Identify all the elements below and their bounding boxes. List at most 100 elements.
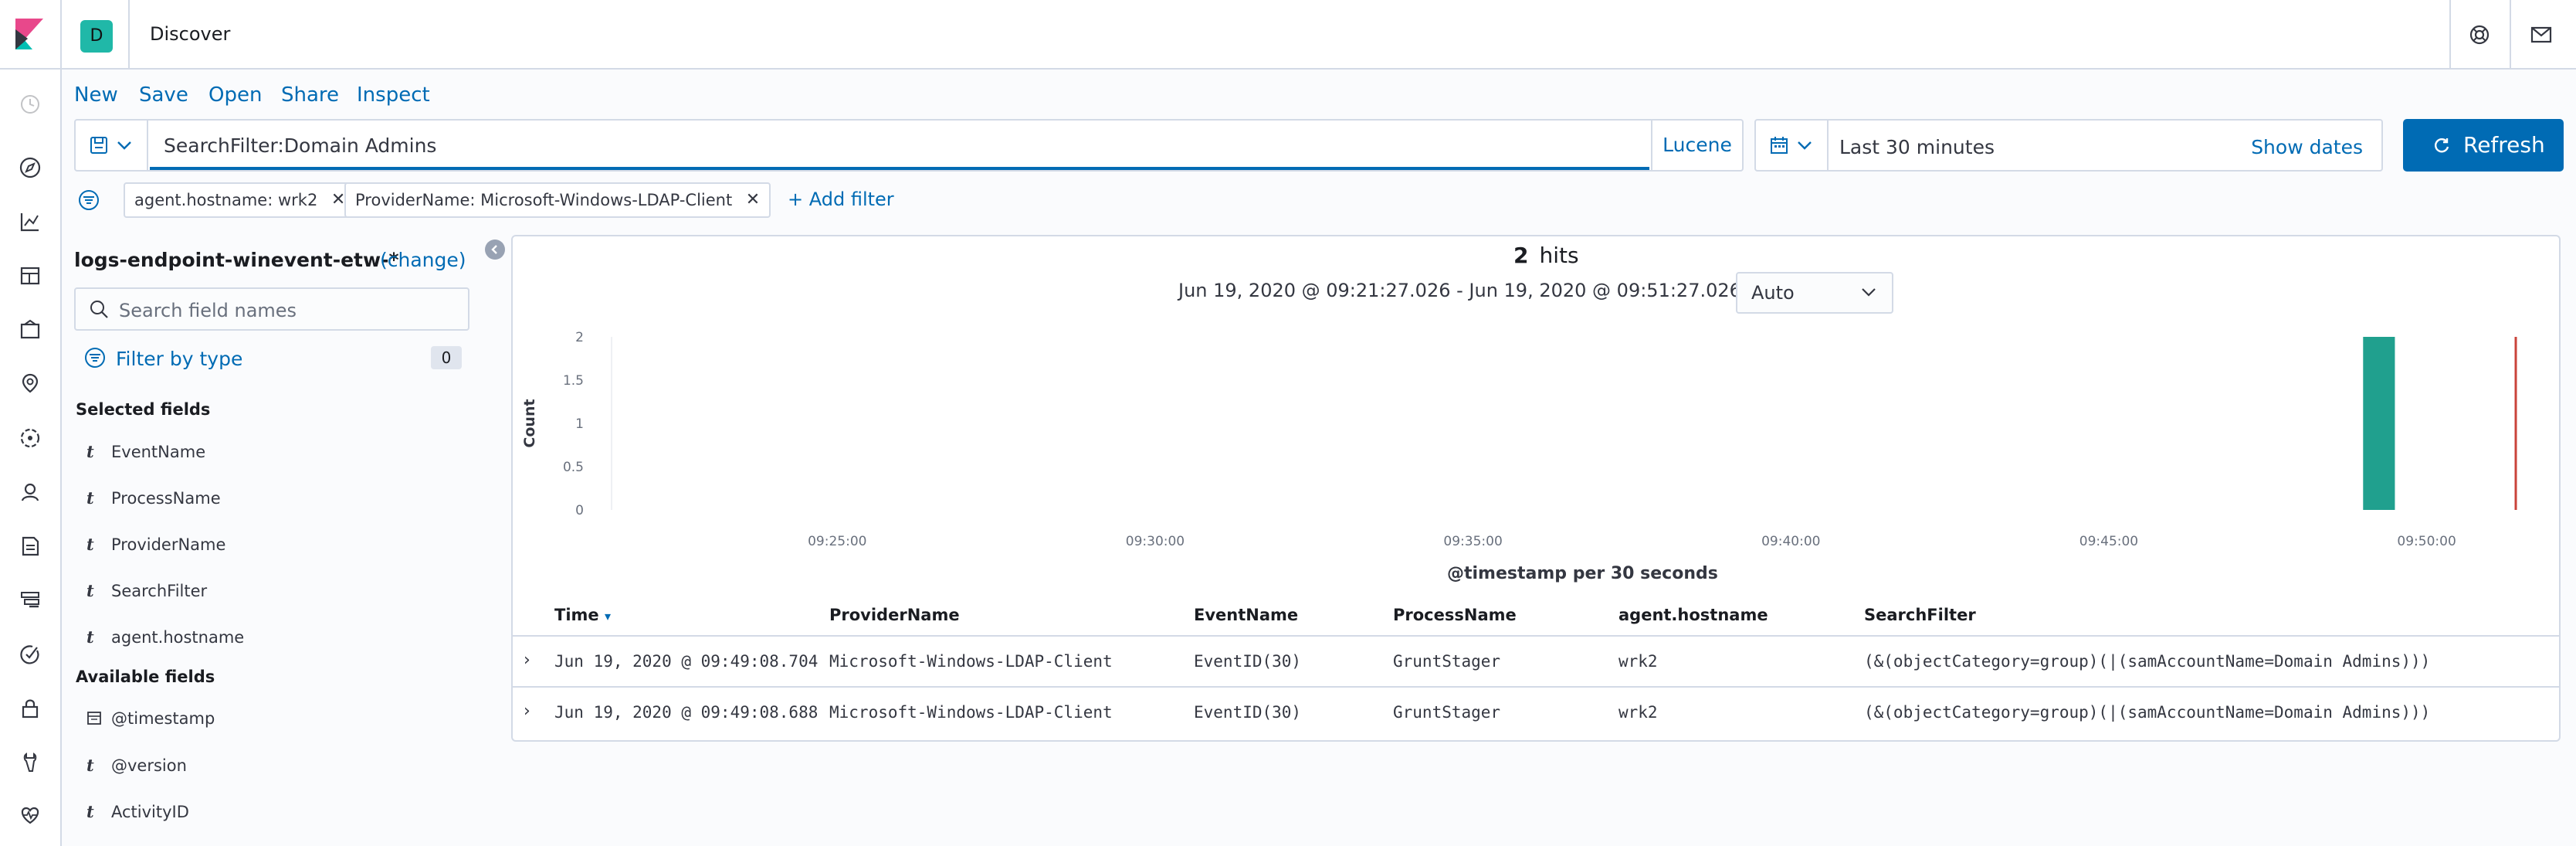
apm-icon[interactable] (17, 587, 43, 613)
cell-searchfilter: (&(objectCategory=group)(|(samAccountNam… (1864, 703, 2431, 722)
show-dates-link[interactable]: Show dates (2251, 136, 2363, 158)
saved-queries-button[interactable] (76, 121, 148, 170)
field-search-input[interactable]: Search field names (74, 287, 469, 331)
page-title: Discover (150, 23, 231, 45)
mail-icon[interactable] (2530, 23, 2553, 46)
filter-pill[interactable]: agent.hostname: wrk2 ✕ (124, 182, 357, 218)
string-type-icon: t (86, 442, 94, 461)
header-divider (2510, 0, 2511, 70)
string-type-icon: t (86, 488, 94, 508)
time-picker: Last 30 minutes Show dates (1754, 119, 2383, 172)
field-name: agent.hostname (111, 628, 245, 647)
x-tick-label: 09:40:00 (1761, 534, 1820, 549)
left-nav (0, 70, 62, 846)
available-field-item[interactable]: @timestamp (86, 709, 215, 732)
column-header-label: Time (554, 606, 599, 624)
maps-icon[interactable] (17, 371, 43, 397)
expand-row-icon[interactable]: › (524, 702, 530, 721)
column-header-providername[interactable]: ProviderName (829, 606, 960, 624)
cell-providername: Microsoft-Windows-LDAP-Client (829, 703, 1113, 722)
cell-time: Jun 19, 2020 @ 09:49:08.704 (554, 652, 819, 671)
column-header-agent-hostname[interactable]: agent.hostname (1618, 606, 1768, 624)
y-axis-title: Count (521, 399, 538, 447)
column-header-eventname[interactable]: EventName (1194, 606, 1298, 624)
calendar-icon (1771, 137, 1788, 154)
search-icon (90, 301, 108, 318)
monitoring-heart-icon[interactable] (17, 802, 43, 828)
field-name: ProcessName (111, 489, 221, 508)
discover-compass-icon[interactable] (17, 155, 43, 181)
chevron-down-icon (117, 141, 131, 150)
siem-lock-icon[interactable] (17, 695, 43, 722)
selected-field-item[interactable]: t agent.hostname (86, 627, 244, 651)
menu-inspect-link[interactable]: Inspect (357, 83, 430, 107)
histogram-chart: 0 0.5 1 1.5 2 Count 09:25:00 09:30:00 09:35:00 09… (521, 330, 2517, 549)
hits-count: 2 (1513, 243, 1529, 268)
hits-label: hits (1539, 243, 1579, 268)
quick-select-button[interactable] (1756, 121, 1829, 170)
add-filter-button[interactable]: + Add filter (788, 189, 894, 210)
change-index-pattern-link[interactable]: (change) (380, 249, 466, 271)
menu-share-link[interactable]: Share (281, 83, 339, 107)
dev-tools-wrench-icon[interactable] (17, 749, 43, 776)
cell-processname: GruntStager (1393, 652, 1501, 671)
filter-count-badge: 0 (431, 346, 462, 369)
cell-processname: GruntStager (1393, 703, 1501, 722)
date-type-icon (86, 710, 111, 729)
search-query-input[interactable]: SearchFilter:Domain Admins (150, 121, 1649, 170)
field-name: @timestamp (111, 709, 215, 728)
interval-value: Auto (1751, 282, 1795, 304)
column-header-processname[interactable]: ProcessName (1393, 606, 1517, 624)
field-name: SearchFilter (111, 582, 208, 600)
refresh-label: Refresh (2463, 132, 2545, 158)
refresh-icon (2435, 138, 2449, 153)
help-icon[interactable] (2468, 23, 2491, 46)
uptime-icon[interactable] (17, 641, 43, 668)
dashboard-icon[interactable] (17, 263, 43, 289)
cell-agent-hostname: wrk2 (1618, 652, 1658, 671)
menu-new-link[interactable]: New (74, 83, 118, 107)
remove-filter-icon[interactable]: ✕ (331, 184, 345, 216)
space-avatar[interactable]: D (80, 20, 113, 53)
menu-save-link[interactable]: Save (139, 83, 188, 107)
logs-icon[interactable] (17, 533, 43, 559)
machine-learning-icon[interactable] (17, 425, 43, 451)
canvas-icon[interactable] (17, 317, 43, 343)
filter-pill-label: ProviderName: Microsoft-Windows-LDAP-Cli… (355, 191, 733, 209)
column-header-time[interactable]: Time ▾ (554, 606, 611, 624)
histogram-bar (2363, 337, 2395, 510)
expand-row-icon[interactable]: › (524, 651, 530, 670)
sort-down-icon[interactable]: ▾ (605, 609, 611, 623)
field-name: ProviderName (111, 535, 226, 554)
field-name: ActivityID (111, 803, 189, 821)
available-field-item[interactable]: t @version (86, 756, 187, 779)
interval-select[interactable]: Auto (1736, 272, 1893, 314)
menu-open-link[interactable]: Open (208, 83, 262, 107)
y-tick-label: 0 (575, 503, 584, 518)
recent-clock-icon[interactable] (17, 91, 43, 117)
visualize-icon[interactable] (17, 209, 43, 235)
query-language-button[interactable]: Lucene (1651, 121, 1742, 170)
filter-pill[interactable]: ProviderName: Microsoft-Windows-LDAP-Cli… (344, 182, 771, 218)
time-range-label[interactable]: Last 30 minutes (1839, 136, 1995, 158)
kibana-logo-button[interactable] (0, 0, 62, 70)
filter-options-icon[interactable] (77, 189, 100, 212)
hits-counter: 2 hits (1513, 243, 1579, 268)
selected-field-item[interactable]: t EventName (86, 442, 205, 465)
time-range-text: Jun 19, 2020 @ 09:21:27.026 - Jun 19, 20… (1178, 280, 1766, 301)
remove-filter-icon[interactable]: ✕ (746, 184, 760, 216)
refresh-button[interactable]: Refresh (2403, 119, 2564, 172)
cell-providername: Microsoft-Windows-LDAP-Client (829, 652, 1113, 671)
selected-field-item[interactable]: t ProviderName (86, 535, 225, 558)
string-type-icon: t (86, 802, 94, 821)
selected-field-item[interactable]: t SearchFilter (86, 581, 207, 604)
filter-by-type-button[interactable]: Filter by type (116, 348, 242, 370)
field-name: @version (111, 756, 187, 775)
infrastructure-icon[interactable] (17, 479, 43, 505)
column-header-searchfilter[interactable]: SearchFilter (1864, 606, 1976, 624)
x-tick-label: 09:35:00 (1443, 534, 1502, 549)
collapse-sidebar-button[interactable] (485, 240, 505, 260)
query-bar: SearchFilter:Domain Admins Lucene (74, 119, 1744, 172)
available-field-item[interactable]: t ActivityID (86, 802, 189, 825)
selected-field-item[interactable]: t ProcessName (86, 488, 221, 511)
